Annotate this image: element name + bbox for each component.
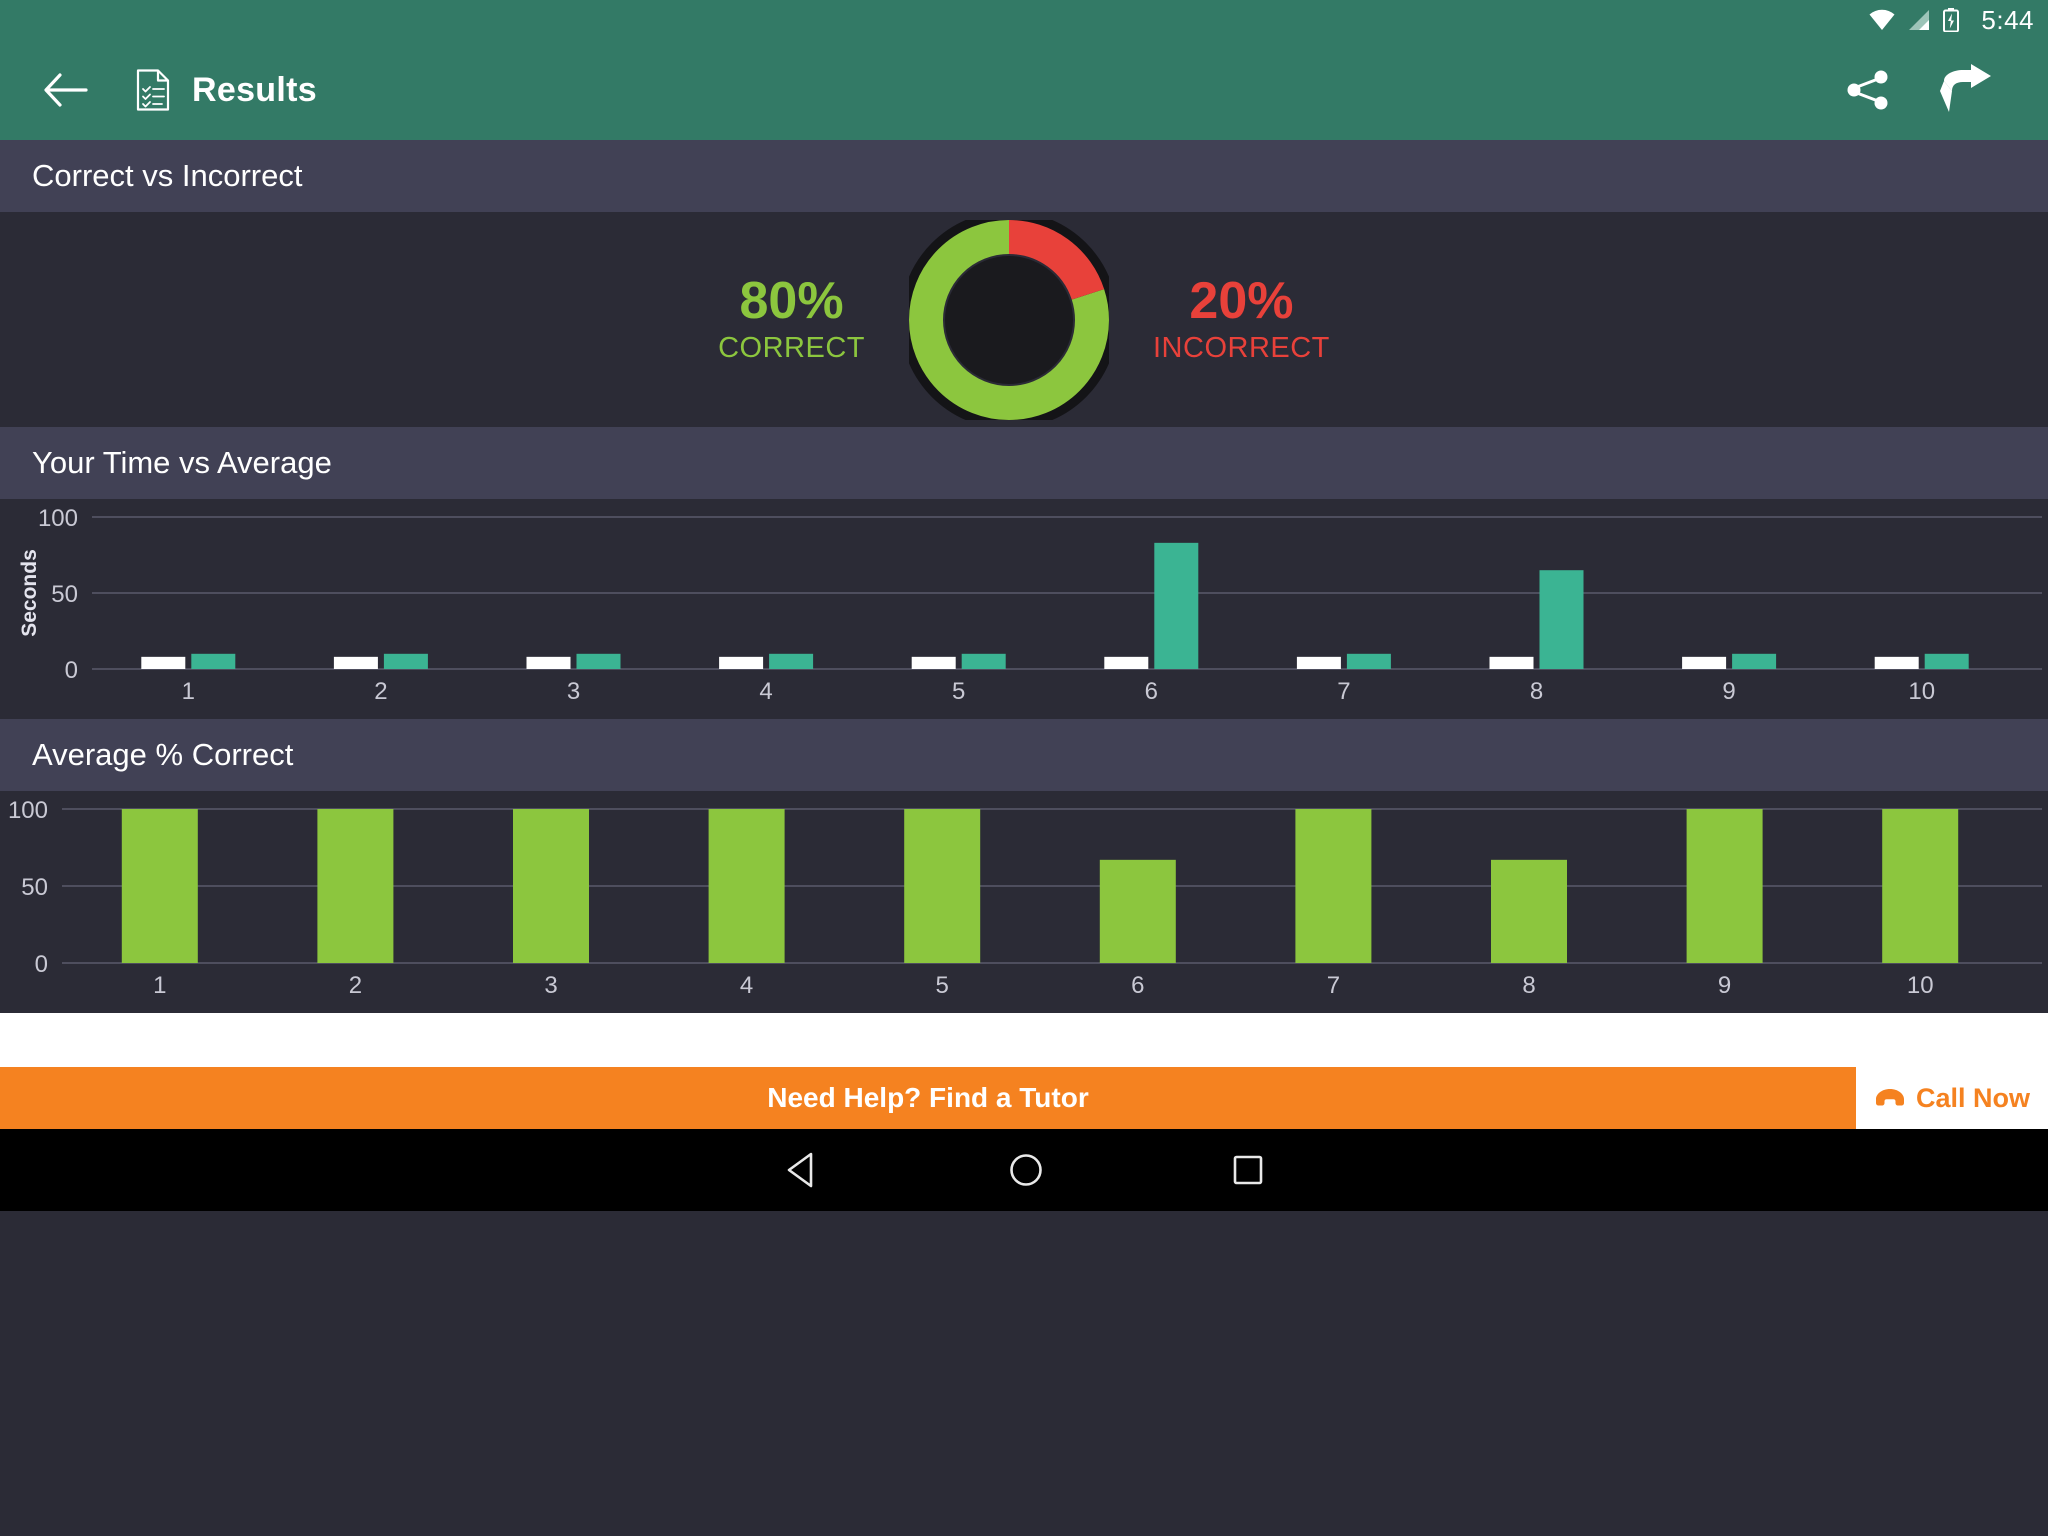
- svg-text:7: 7: [1337, 678, 1350, 705]
- average-correct-chart: 0 50 100 1 2 3 4 5 6 7 8 9 10: [8, 797, 2042, 999]
- battery-charging-icon: [1943, 8, 1960, 32]
- svg-text:100: 100: [38, 505, 78, 532]
- svg-text:10: 10: [1908, 678, 1935, 705]
- section-title: Average % Correct: [32, 737, 294, 772]
- incorrect-stat: 20% INCORRECT: [1153, 274, 1330, 366]
- tutor-ad-main[interactable]: Need Help? Find a Tutor: [0, 1067, 1856, 1129]
- svg-text:9: 9: [1718, 972, 1731, 999]
- svg-text:9: 9: [1722, 678, 1735, 705]
- nav-recent-square-icon: [1233, 1155, 1263, 1185]
- svg-text:6: 6: [1131, 972, 1144, 999]
- svg-text:50: 50: [21, 874, 48, 901]
- svg-text:0: 0: [65, 657, 78, 684]
- call-now-button[interactable]: Call Now: [1856, 1067, 2048, 1129]
- svg-text:10: 10: [1907, 972, 1934, 999]
- donut-chart: [909, 219, 1109, 420]
- status-icons: 5:44: [1869, 5, 2034, 36]
- svg-text:7: 7: [1327, 972, 1340, 999]
- svg-text:1: 1: [182, 678, 195, 705]
- donut-chart-panel: 80% CORRECT 20% INCORRECT: [0, 212, 2048, 427]
- nav-recent-button[interactable]: [1233, 1155, 1263, 1185]
- signal-icon: [1909, 10, 1930, 30]
- tutor-ad-text: Need Help? Find a Tutor: [767, 1082, 1089, 1113]
- section-header-average-correct: Average % Correct: [0, 719, 2048, 791]
- document-checklist-icon: [136, 69, 170, 111]
- back-arrow-icon[interactable]: [44, 73, 88, 107]
- phone-icon: [1875, 1089, 1904, 1106]
- svg-text:8: 8: [1522, 972, 1535, 999]
- svg-text:8: 8: [1530, 678, 1543, 705]
- wifi-icon: [1869, 9, 1895, 30]
- app-screen: 5:44 Results Correct vs Incorrect 80% CO…: [0, 0, 2048, 1536]
- time-vs-average-chart: 0 50 100 Seconds 1 2 3 4 5 6 7 8 9 10: [18, 505, 2042, 705]
- svg-text:0: 0: [35, 951, 48, 978]
- svg-text:1: 1: [153, 972, 166, 999]
- svg-text:6: 6: [1145, 678, 1158, 705]
- app-bar: Results: [0, 40, 2048, 140]
- call-now-label: Call Now: [1915, 1082, 2030, 1113]
- appbar-actions: [1844, 64, 2016, 116]
- svg-text:100: 100: [8, 797, 48, 824]
- svg-text:4: 4: [740, 972, 753, 999]
- svg-text:4: 4: [759, 678, 772, 705]
- page-title: Results: [192, 70, 317, 109]
- svg-text:5: 5: [936, 972, 949, 999]
- average-correct-chart-panel: 0 50 100 1 2 3 4 5 6 7 8 9 10: [0, 791, 2048, 1013]
- svg-text:3: 3: [567, 678, 580, 705]
- status-bar: 5:44: [0, 0, 2048, 40]
- content-bottom-gap: [0, 1013, 2048, 1067]
- incorrect-label: INCORRECT: [1153, 332, 1330, 365]
- nav-back-button[interactable]: [785, 1152, 819, 1188]
- section-title: Your Time vs Average: [32, 445, 332, 480]
- android-nav-bar: [0, 1129, 2048, 1211]
- share-icon[interactable]: [1844, 66, 1892, 114]
- section-title: Correct vs Incorrect: [32, 158, 303, 193]
- next-arrow-icon[interactable]: [1938, 64, 1994, 116]
- svg-text:50: 50: [51, 581, 78, 608]
- donut-chart-svg: [909, 219, 1109, 420]
- nav-home-button[interactable]: [1009, 1153, 1043, 1187]
- nav-home-circle-icon: [1010, 1154, 1042, 1186]
- svg-text:Seconds: Seconds: [18, 549, 41, 637]
- correct-label: CORRECT: [718, 332, 865, 365]
- svg-text:5: 5: [952, 678, 965, 705]
- section-header-time-vs-average: Your Time vs Average: [0, 427, 2048, 499]
- time-vs-average-chart-panel: 0 50 100 Seconds 1 2 3 4 5 6 7 8 9 10: [0, 499, 2048, 719]
- nav-back-triangle-icon: [787, 1152, 813, 1188]
- svg-text:2: 2: [374, 678, 387, 705]
- tutor-ad-banner[interactable]: Need Help? Find a Tutor Call Now: [0, 1067, 2048, 1129]
- svg-text:3: 3: [544, 972, 557, 999]
- incorrect-percent: 20%: [1189, 271, 1294, 330]
- status-clock: 5:44: [1981, 4, 2034, 35]
- correct-stat: 80% CORRECT: [718, 274, 865, 366]
- section-header-correct-vs-incorrect: Correct vs Incorrect: [0, 140, 2048, 212]
- correct-percent: 80%: [739, 271, 844, 330]
- svg-text:2: 2: [349, 972, 362, 999]
